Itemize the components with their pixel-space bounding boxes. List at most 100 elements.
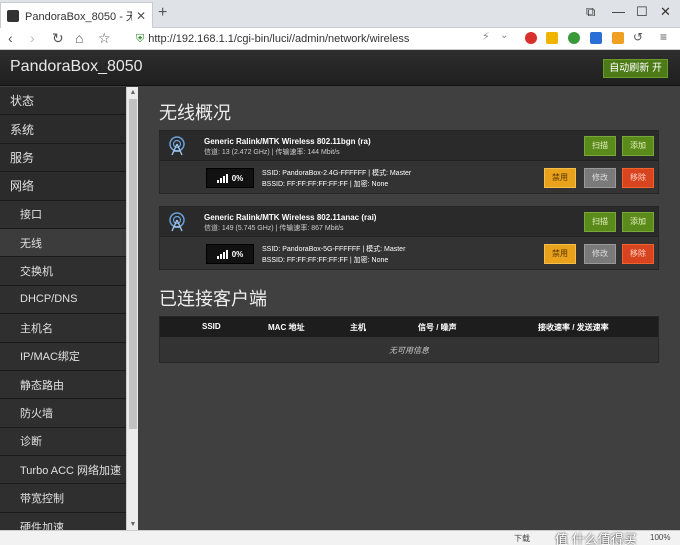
extension-grid-icon[interactable] <box>612 32 624 44</box>
sidebar-item-label: 静态路由 <box>20 379 64 392</box>
sidebar-item-label: 状态 <box>10 94 35 109</box>
scroll-up-icon[interactable]: ▲ <box>128 89 138 96</box>
sidebar-item[interactable]: DHCP/DNS <box>0 285 126 315</box>
sidebar-item[interactable]: 带宽控制 <box>0 484 126 513</box>
bookmark-star-icon[interactable]: ☆ <box>98 30 111 47</box>
sidebar-item[interactable]: 防火墙 <box>0 399 126 428</box>
history-undo-icon[interactable]: ↺ <box>633 30 643 44</box>
wireless-overview-title: 无线概况 <box>159 103 231 123</box>
signal-indicator: 0% <box>206 168 254 188</box>
edit-button[interactable]: 修改 <box>584 168 616 188</box>
sidebar-item-label: 接口 <box>20 209 42 222</box>
lightning-icon[interactable]: ⚡ <box>482 30 490 43</box>
zoom-level[interactable]: 100% <box>650 533 670 542</box>
disable-button[interactable]: 禁用 <box>544 168 576 188</box>
sidebar-item[interactable]: 硬件加速 <box>0 512 126 530</box>
forward-icon[interactable]: › <box>30 30 35 46</box>
sidebar-item-label: IP/MAC绑定 <box>20 351 80 364</box>
signal-percent: 0% <box>231 249 244 259</box>
signal-bars-icon <box>216 173 228 183</box>
extension-yellow-icon[interactable] <box>546 32 558 44</box>
scan-button[interactable]: 扫描 <box>584 212 616 232</box>
scan-button[interactable]: 扫描 <box>584 136 616 156</box>
wireless-device-panel-ra: Generic Ralink/MTK Wireless 802.11bgn (r… <box>159 130 659 194</box>
connected-clients-title: 已连接客户端 <box>159 289 267 309</box>
download-label[interactable]: 下载 <box>514 533 530 544</box>
signal-bars-icon <box>216 249 228 259</box>
network-row: 0% SSID: PandoraBox-2.4G-FFFFFF | 模式: Ma… <box>160 162 658 194</box>
clients-empty-text: 无可用信息 <box>389 346 429 355</box>
sidebar-item[interactable]: 诊断 <box>0 427 126 457</box>
browser-tab-bar: PandoraBox_8050 - 无线 - LuCI ✕ + ⧉ — ☐ ✕ <box>0 0 680 28</box>
bssid-info: BSSID: FF:FF:FF:FF:FF:FF | 加密: None <box>262 257 389 264</box>
scroll-down-icon[interactable]: ▼ <box>128 521 138 528</box>
ssid-info: SSID: PandoraBox-5G-FFFFFF | 模式: Master <box>262 246 406 253</box>
tab-title: PandoraBox_8050 - 无线 - LuCI <box>25 10 132 23</box>
sidebar-item[interactable]: 接口 <box>0 200 126 229</box>
dropdown-chevron-icon[interactable]: ⌄ <box>500 30 508 41</box>
sidebar-item-label: 交换机 <box>20 266 53 279</box>
sidebar-item[interactable]: 静态路由 <box>0 370 126 400</box>
url-input[interactable]: ⛨ http://192.168.1.1/cgi-bin/luci//admin… <box>136 30 476 48</box>
sidebar-item[interactable]: 无线 <box>0 228 126 258</box>
column-header-rate: 接收速率 / 发送速率 <box>538 323 609 332</box>
clients-table-header: SSID MAC 地址 主机 信号 / 噪声 接收速率 / 发送速率 <box>160 317 658 337</box>
sidebar-item-label: 无线 <box>20 237 42 250</box>
sidebar-item-label: 防火墙 <box>20 407 53 420</box>
reload-icon[interactable]: ↻ <box>52 30 64 47</box>
extension-green-icon[interactable] <box>568 32 580 44</box>
close-window-icon[interactable]: ✕ <box>660 4 671 20</box>
signal-percent: 0% <box>231 173 244 183</box>
extension-blue-icon[interactable] <box>590 32 602 44</box>
page-header: PandoraBox_8050 自动刷新 开 <box>0 50 680 86</box>
column-header-host: 主机 <box>350 323 366 332</box>
sidebar-item[interactable]: 交换机 <box>0 257 126 286</box>
add-button[interactable]: 添加 <box>622 136 654 156</box>
edit-button[interactable]: 修改 <box>584 244 616 264</box>
sidebar-item-label: 诊断 <box>20 436 42 449</box>
new-tab-icon[interactable]: + <box>158 4 167 22</box>
restore-icon[interactable]: ⧉ <box>586 4 595 20</box>
device-header: Generic Ralink/MTK Wireless 802.11anac (… <box>160 207 658 237</box>
ssid-info: SSID: PandoraBox-2.4G-FFFFFF | 模式: Maste… <box>262 170 412 177</box>
watermark-text: 值 什么值得买 <box>555 532 637 545</box>
scrollbar-thumb[interactable] <box>129 99 137 429</box>
sidebar-item[interactable]: 系统 <box>0 115 126 144</box>
network-row: 0% SSID: PandoraBox-5G-FFFFFF | 模式: Mast… <box>160 238 658 270</box>
sidebar-item[interactable]: Turbo ACC 网络加速 <box>0 456 126 485</box>
column-header-mac: MAC 地址 <box>268 323 305 332</box>
wireless-antenna-icon <box>169 136 185 156</box>
maximize-icon[interactable]: ☐ <box>636 4 648 20</box>
wireless-device-panel-rai: Generic Ralink/MTK Wireless 802.11anac (… <box>159 206 659 270</box>
extension-red-icon[interactable] <box>525 32 537 44</box>
brand-title: PandoraBox_8050 <box>10 58 143 75</box>
device-header: Generic Ralink/MTK Wireless 802.11bgn (r… <box>160 131 658 161</box>
sidebar-item[interactable]: 网络 <box>0 172 126 201</box>
close-tab-icon[interactable]: ✕ <box>136 9 146 23</box>
sidebar-item[interactable]: 主机名 <box>0 314 126 343</box>
remove-button[interactable]: 移除 <box>622 244 654 264</box>
site-favicon-icon <box>7 9 19 22</box>
sidebar-scrollbar[interactable]: ▲ ▼ <box>126 87 138 530</box>
sidebar-item-label: 主机名 <box>20 322 53 335</box>
home-icon[interactable]: ⌂ <box>75 30 83 46</box>
wireless-antenna-icon <box>169 212 185 232</box>
sidebar-item-label: Turbo ACC 网络加速 <box>20 464 122 477</box>
sidebar-item[interactable]: 服务 <box>0 144 126 173</box>
minimize-icon[interactable]: — <box>612 4 625 19</box>
sidebar-item-label: 带宽控制 <box>20 493 64 506</box>
column-header-signal: 信号 / 噪声 <box>418 323 457 332</box>
sidebar-item-label: 系统 <box>10 122 35 137</box>
sidebar-item[interactable]: IP/MAC绑定 <box>0 342 126 371</box>
auto-refresh-button[interactable]: 自动刷新 开 <box>603 59 668 78</box>
device-title: Generic Ralink/MTK Wireless 802.11anac (… <box>204 213 377 222</box>
add-button[interactable]: 添加 <box>622 212 654 232</box>
back-icon[interactable]: ‹ <box>8 30 13 46</box>
menu-icon[interactable]: ≡ <box>660 30 667 44</box>
sidebar-item[interactable]: 状态 <box>0 87 126 116</box>
disable-button[interactable]: 禁用 <box>544 244 576 264</box>
remove-button[interactable]: 移除 <box>622 168 654 188</box>
sidebar-item-label: 服务 <box>10 150 35 165</box>
sidebar-nav: 状态系统服务网络接口无线交换机 DHCP/DNS 主机名 IP/MAC绑定 静态路由防火… <box>0 87 126 530</box>
browser-tab[interactable]: PandoraBox_8050 - 无线 - LuCI ✕ <box>0 2 153 28</box>
